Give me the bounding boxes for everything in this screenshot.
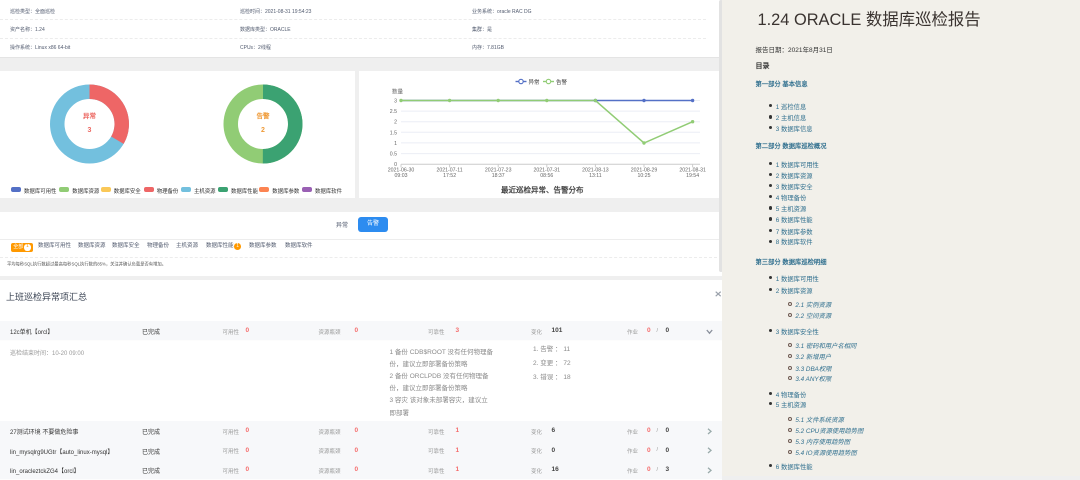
svg-text:3: 3 — [88, 127, 92, 134]
svg-text:1.5: 1.5 — [390, 130, 397, 136]
svg-text:19:54: 19:54 — [686, 173, 699, 179]
svg-text:08:56: 08:56 — [540, 173, 553, 179]
svg-text:18:37: 18:37 — [492, 173, 505, 179]
svg-text:最近巡检异常、告警分布: 最近巡检异常、告警分布 — [501, 185, 584, 195]
svg-text:异常: 异常 — [83, 111, 97, 120]
svg-text:数量: 数量 — [392, 88, 404, 96]
svg-text:告警: 告警 — [257, 111, 271, 120]
svg-text:异常: 异常 — [529, 78, 541, 86]
svg-text:13:11: 13:11 — [589, 173, 602, 179]
svg-text:0.5: 0.5 — [390, 152, 397, 158]
svg-text:2: 2 — [261, 127, 265, 134]
svg-text:3: 3 — [394, 99, 397, 105]
svg-text:告警: 告警 — [556, 78, 568, 86]
svg-text:10:25: 10:25 — [638, 173, 651, 179]
svg-text:2.5: 2.5 — [390, 109, 397, 115]
svg-text:2: 2 — [394, 120, 397, 126]
svg-text:09:03: 09:03 — [395, 173, 408, 179]
svg-text:17:52: 17:52 — [443, 173, 456, 179]
svg-text:1: 1 — [394, 141, 397, 147]
